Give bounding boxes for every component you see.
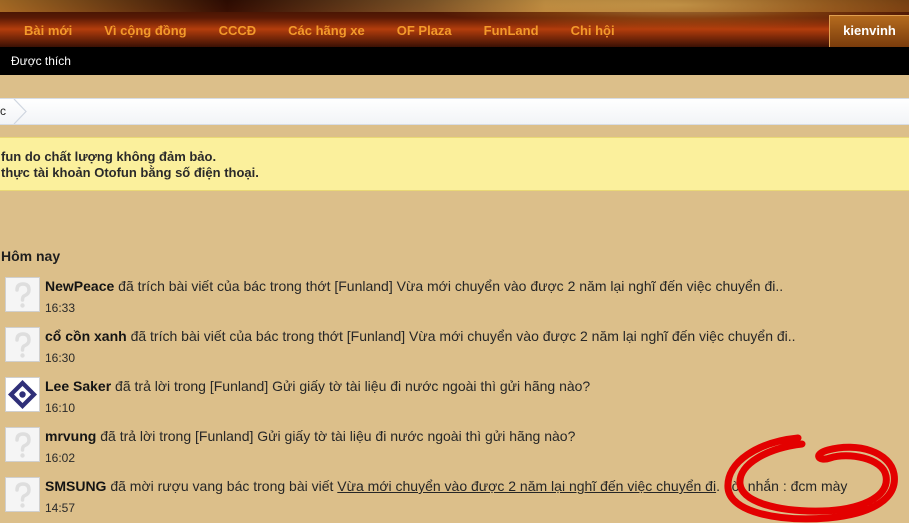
nav-item-bai-moi[interactable]: Bài mới [0,15,88,47]
default-avatar-icon [15,282,31,308]
subnav-item-liked[interactable]: Được thích [11,54,71,68]
notice-banner: fun do chất lượng không đảm bảo. thực tà… [0,137,909,191]
list-item: cổ cồn xanh đã trích bài viết của bác tr… [0,324,909,374]
nav-item-cccd[interactable]: CCCĐ [203,15,273,47]
alert-text: Lee Saker đã trả lời trong [Funland] Gửi… [45,378,590,394]
notice-line: fun do chất lượng không đảm bảo. [1,149,217,164]
avatar[interactable] [5,477,40,512]
list-item: SMSUNG đã mời rượu vang bác trong bài vi… [0,474,909,523]
alert-action[interactable]: đã trả lời trong [Funland] Gửi giấy tờ t… [96,428,575,444]
sub-nav: Được thích [0,47,909,75]
alert-time: 16:10 [45,401,76,415]
avatar[interactable] [5,377,40,412]
nav-item-funland[interactable]: FunLand [468,15,555,47]
breadcrumb-item[interactable]: c [0,104,6,118]
alert-text: NewPeace đã trích bài viết của bác trong… [45,278,783,294]
nav-item-vi-cong-dong[interactable]: Vì cộng đồng [88,15,202,47]
nav-item-chi-hoi[interactable]: Chi hội [555,15,631,47]
alert-action[interactable]: đã trả lời trong [Funland] Gửi giấy tờ t… [111,378,590,394]
chevron-right-icon [13,99,27,124]
alert-username[interactable]: cổ cồn xanh [45,328,127,344]
alert-username[interactable]: Lee Saker [45,378,111,394]
nav-item-of-plaza[interactable]: OF Plaza [381,15,468,47]
avatar[interactable] [5,277,40,312]
alert-action[interactable]: đã trích bài viết của bác trong thớt [Fu… [127,328,796,344]
avatar[interactable] [5,327,40,362]
alert-action[interactable]: đã trích bài viết của bác trong thớt [Fu… [114,278,783,294]
alert-username[interactable]: NewPeace [45,278,114,294]
default-avatar-icon [15,332,31,358]
default-avatar-icon [15,432,31,458]
breadcrumb: c [0,98,909,125]
default-avatar-icon [15,482,31,508]
list-item: mrvung đã trả lời trong [Funland] Gửi gi… [0,424,909,474]
alert-message: . Lời nhắn : đcm mày [716,478,848,494]
list-item: NewPeace đã trích bài viết của bác trong… [0,274,909,324]
alert-thread-link[interactable]: Vừa mới chuyển vào được 2 năm lại nghĩ đ… [337,478,716,494]
alert-text: cổ cồn xanh đã trích bài viết của bác tr… [45,328,796,344]
nav-item-cac-hang-xe[interactable]: Các hãng xe [272,15,381,47]
avatar[interactable] [5,427,40,462]
alert-username[interactable]: mrvung [45,428,96,444]
main-nav: Bài mới Vì cộng đồng CCCĐ Các hãng xe OF… [0,15,909,47]
alert-text: mrvung đã trả lời trong [Funland] Gửi gi… [45,428,575,444]
alert-action: đã mời rượu vang bác trong bài viết [106,478,338,494]
section-title: Hôm nay [1,248,61,264]
alert-time: 16:30 [45,351,76,365]
diamond-logo-icon [6,378,39,411]
alert-time: 16:33 [45,301,76,315]
alert-list: NewPeace đã trích bài viết của bác trong… [0,274,909,523]
alert-username[interactable]: SMSUNG [45,478,106,494]
list-item: Lee Saker đã trả lời trong [Funland] Gửi… [0,374,909,424]
alert-time: 16:02 [45,451,76,465]
notice-line: thực tài khoản Otofun bằng số điện thoại… [1,165,259,180]
alert-time: 14:57 [45,501,76,515]
alert-text: SMSUNG đã mời rượu vang bác trong bài vi… [45,478,847,494]
account-menu[interactable]: kienvinh [829,15,909,47]
